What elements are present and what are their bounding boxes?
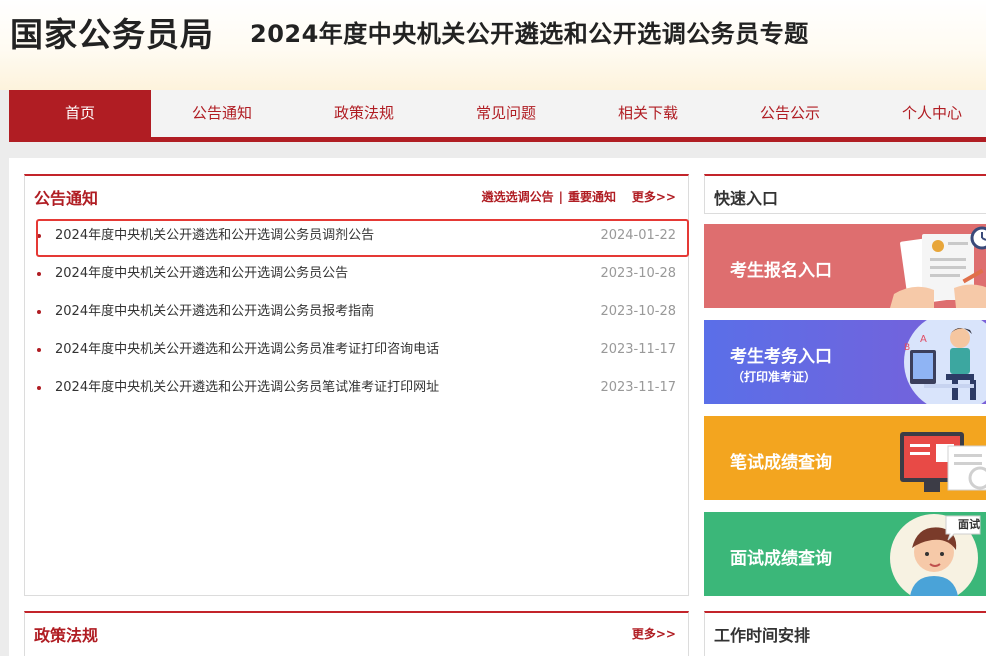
notice-item-title[interactable]: 2024年度中央机关公开遴选和公开选调公务员报考指南 bbox=[55, 297, 374, 327]
notice-panel-links: 遴选选调公告 | 重要通知 bbox=[482, 188, 616, 205]
nav-item-announcements[interactable]: 公告通知 bbox=[151, 90, 293, 137]
notice-item-title[interactable]: 2024年度中央机关公开遴选和公开选调公务员准考证打印咨询电话 bbox=[55, 335, 439, 365]
link-important-notices[interactable]: 重要通知 bbox=[568, 190, 616, 204]
notice-item-title[interactable]: 2024年度中央机关公开遴选和公开选调公务员笔试准考证打印网址 bbox=[55, 373, 439, 403]
notice-item-date: 2023-10-28 bbox=[600, 266, 676, 281]
notice-item-date: 2023-11-17 bbox=[600, 342, 676, 357]
quick-entry-title: 快速入口 bbox=[714, 189, 779, 208]
nav-item-downloads[interactable]: 相关下载 bbox=[577, 90, 719, 137]
notice-item-date: 2023-11-17 bbox=[600, 380, 676, 395]
student-at-desk-icon: A B bbox=[904, 320, 986, 404]
written-score-query-button[interactable]: 笔试成绩查询 bbox=[704, 416, 986, 500]
nav-item-publicity[interactable]: 公告公示 bbox=[719, 90, 861, 137]
bullet-icon bbox=[37, 348, 41, 352]
written-score-label: 笔试成绩查询 bbox=[730, 453, 832, 473]
notice-panel: 公告通知 遴选选调公告 | 重要通知 更多>> 2024年度中央机关公开遴选和公开选… bbox=[24, 174, 689, 596]
interview-score-label: 面试成绩查询 bbox=[730, 549, 832, 569]
candidate-registration-button[interactable]: 考生报名入口 bbox=[704, 224, 986, 308]
work-schedule-title: 工作时间安排 bbox=[714, 626, 811, 645]
registration-label: 考生报名入口 bbox=[730, 261, 832, 281]
work-schedule-panel: 工作时间安排 bbox=[704, 611, 986, 656]
policy-panel: 政策法规 更多>> bbox=[24, 611, 689, 656]
notice-more-link[interactable]: 更多>> bbox=[632, 188, 676, 205]
notice-item-title[interactable]: 2024年度中央机关公开遴选和公开选调公务员公告 bbox=[55, 259, 348, 289]
svg-text:A: A bbox=[920, 334, 927, 345]
candidate-exam-affairs-button[interactable]: 考生考务入口 （打印准考证） A B bbox=[704, 320, 986, 404]
notice-item-date: 2023-10-28 bbox=[600, 304, 676, 319]
site-logo[interactable]: 国家公务员局 bbox=[10, 8, 214, 56]
nav-item-policies[interactable]: 政策法规 bbox=[293, 90, 435, 137]
notice-item[interactable]: 2024年度中央机关公开遴选和公开选调公务员公告 2023-10-28 bbox=[25, 259, 688, 297]
notice-item[interactable]: 2024年度中央机关公开遴选和公开选调公务员笔试准考证打印网址 2023-11-… bbox=[25, 373, 688, 411]
exam-affairs-label: 考生考务入口 bbox=[730, 347, 832, 367]
bullet-icon bbox=[37, 386, 41, 390]
nav-item-personal-center[interactable]: 个人中心 bbox=[861, 90, 986, 137]
link-selection-announcements[interactable]: 遴选选调公告 bbox=[482, 190, 554, 204]
notice-item-title[interactable]: 2024年度中央机关公开遴选和公开选调公务员调剂公告 bbox=[55, 221, 374, 251]
main-nav: 首页 公告通知 政策法规 常见问题 相关下载 公告公示 个人中心 bbox=[9, 90, 986, 142]
site-header: 国家公务员局 2024年度中央机关公开遴选和公开选调公务员专题 bbox=[0, 0, 986, 90]
link-separator: | bbox=[558, 190, 563, 204]
notice-panel-title: 公告通知 bbox=[34, 189, 99, 208]
notice-item-date: 2024-01-22 bbox=[600, 228, 676, 243]
registration-form-icon bbox=[890, 226, 986, 308]
bullet-icon bbox=[37, 310, 41, 314]
site-title: 2024年度中央机关公开遴选和公开选调公务员专题 bbox=[250, 20, 809, 48]
exam-affairs-sublabel: （打印准考证） bbox=[732, 370, 817, 384]
notice-list: 2024年度中央机关公开遴选和公开选调公务员调剂公告 2024-01-22 20… bbox=[25, 219, 689, 411]
score-board-icon bbox=[900, 432, 986, 492]
interview-badge: 面试 bbox=[958, 518, 980, 531]
nav-item-faq[interactable]: 常见问题 bbox=[435, 90, 577, 137]
notice-item[interactable]: 2024年度中央机关公开遴选和公开选调公务员报考指南 2023-10-28 bbox=[25, 297, 688, 335]
policy-panel-title: 政策法规 bbox=[34, 626, 99, 645]
nav-item-home[interactable]: 首页 bbox=[9, 90, 151, 137]
quick-entry-panel: 快速入口 bbox=[704, 174, 986, 214]
policy-more-link[interactable]: 更多>> bbox=[632, 625, 676, 642]
interview-score-query-button[interactable]: 面试成绩查询 面试 bbox=[704, 512, 986, 596]
svg-text:B: B bbox=[904, 343, 910, 353]
bullet-icon bbox=[37, 234, 41, 238]
notice-item[interactable]: 2024年度中央机关公开遴选和公开选调公务员调剂公告 2024-01-22 bbox=[25, 219, 689, 259]
bullet-icon bbox=[37, 272, 41, 276]
notice-item[interactable]: 2024年度中央机关公开遴选和公开选调公务员准考证打印咨询电话 2023-11-… bbox=[25, 335, 688, 373]
